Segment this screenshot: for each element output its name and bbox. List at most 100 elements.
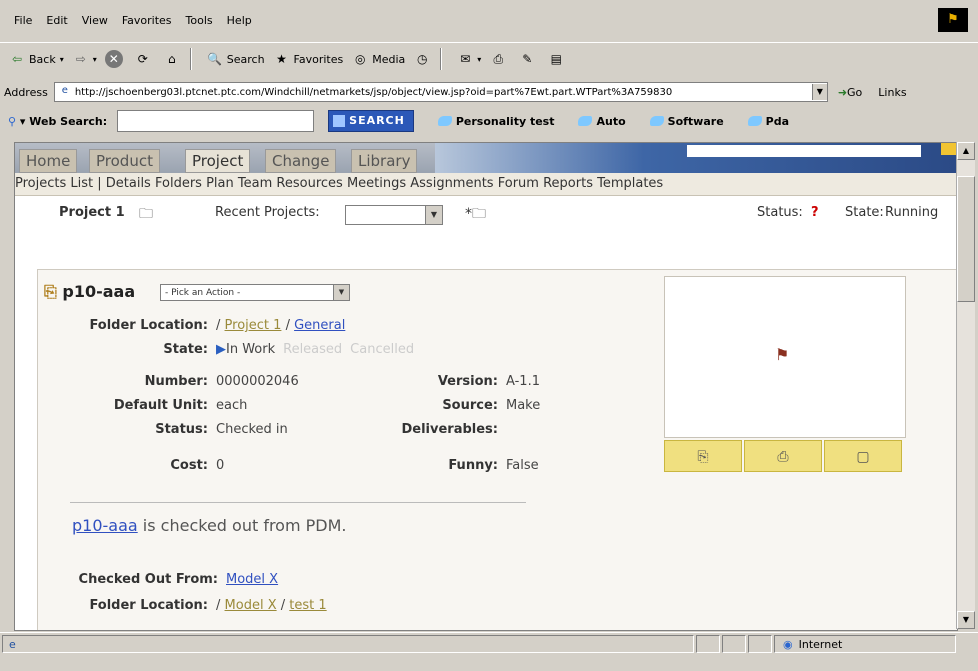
history-button[interactable]: ◷ [413,50,434,68]
menu-help[interactable]: Help [227,14,252,27]
search-link-pda[interactable]: Pda [747,115,789,128]
menu-view[interactable]: View [82,14,108,27]
home-icon: ⌂ [167,52,176,66]
search-link-auto[interactable]: Auto [578,115,626,128]
search-button[interactable]: 🔍 Search [206,50,264,68]
folder-link-model-x[interactable]: Model X [225,598,277,613]
scroll-down-arrow[interactable]: ▼ [957,611,975,629]
default-unit-label: Default Unit: [113,398,208,413]
web-search-button[interactable]: SEARCH [328,110,414,132]
sparkle-icon [649,116,664,126]
folder-open-icon[interactable]: 🗀 [139,203,153,227]
address-bar: Address e http://jschoenberg03l.ptcnet.p… [0,80,978,104]
header-search-button[interactable] [941,143,957,155]
search-link-software[interactable]: Software [649,115,724,128]
subnav-team[interactable]: Team [238,176,272,191]
forward-arrow-icon: ⇨ [75,52,86,66]
web-search-toolbar: ⚲ ▾ Web Search: SEARCH Personality test … [0,106,978,136]
web-search-input[interactable] [117,110,315,132]
edit-button[interactable]: ✎ [518,50,539,68]
new-project-icon[interactable]: *🗀 [465,203,486,227]
funny-value: False [506,458,539,473]
section-divider [70,502,526,503]
menu-file[interactable]: File [14,14,32,27]
tab-product[interactable]: Product [89,149,160,173]
print-button[interactable]: ⎙ [489,50,510,68]
menu-tools[interactable]: Tools [186,14,213,27]
menu-edit[interactable]: Edit [46,14,67,27]
subnav-folders[interactable]: Folders [155,176,202,191]
go-arrow-icon: ➜ [837,85,848,99]
address-input[interactable]: e http://jschoenberg03l.ptcnet.ptc.com/W… [53,82,828,102]
subnav-meetings[interactable]: Meetings [347,176,406,191]
home-button[interactable]: ⌂ [163,50,184,68]
search-icon: 🔍 [207,52,223,66]
favorites-button[interactable]: ★ Favorites [273,50,343,68]
search-link-personality[interactable]: Personality test [437,115,554,128]
go-button[interactable]: ➜Go [838,86,862,99]
vertical-scrollbar[interactable]: ▲ ▼ [956,142,975,629]
view-3d-button[interactable]: ⎘ [664,440,742,472]
subnav-projects-list[interactable]: Projects List [15,176,93,191]
subnav-details[interactable]: Details [106,176,151,191]
thumbnail-actions: ⎘ ⎙ ▢ [664,440,904,472]
scroll-thumb[interactable] [957,176,975,302]
forward-button[interactable]: ⇨ ▾ [72,50,97,68]
subnav-templates[interactable]: Templates [597,176,663,191]
tab-project[interactable]: Project [185,149,251,173]
folder-link-general[interactable]: General [294,318,345,333]
address-dropdown[interactable]: ▼ [811,84,827,100]
folder-link-project[interactable]: Project 1 [225,318,282,333]
history-icon: ◷ [417,52,428,66]
cost-value: 0 [216,458,225,473]
header-search-input[interactable] [687,145,921,157]
open-folder-button[interactable]: ▢ [824,440,902,472]
header-banner [435,143,957,173]
address-label: Address [4,85,48,99]
model-x-link[interactable]: Model X [226,572,278,587]
windows-logo-icon: ⚑ [938,8,968,32]
subnav-reports[interactable]: Reports [543,176,593,191]
version-label: Version: [437,374,498,389]
menu-favorites[interactable]: Favorites [122,14,172,27]
status-message: e [2,635,694,653]
back-button[interactable]: ⇦ Back ▾ [8,50,64,68]
discuss-button[interactable]: ▤ [547,50,568,68]
sub-navigation: Projects List | Details Folders Plan Tea… [15,173,957,196]
pick-action-select[interactable]: - Pick an Action - ▼ [160,284,350,301]
mail-icon: ✉ [460,52,471,66]
number-value: 0000002046 [216,374,299,389]
cost-label: Cost: [170,458,208,473]
media-button[interactable]: ◎ Media [351,50,405,68]
favorites-icon: ★ [276,52,287,66]
page-content: Home Product Project Change Library Proj… [14,142,958,631]
recent-projects-select[interactable]: ▼ [345,205,443,225]
stop-button[interactable]: ✕ [104,50,126,68]
tab-change[interactable]: Change [265,149,337,173]
print-thumbnail-button[interactable]: ⎙ [744,440,822,472]
folder-link-test-1[interactable]: test 1 [289,598,326,613]
browser-toolbar: ⇦ Back ▾ ⇨ ▾ ✕ ⟳ ⌂ 🔍 Search ★ Favorites ◎ Medi… [0,42,978,75]
toolbar-divider [440,48,443,70]
printer-icon: ⎙ [777,449,789,465]
scroll-up-arrow[interactable]: ▲ [957,142,975,160]
status-value: ? [811,205,819,220]
version-value: A-1.1 [506,374,540,389]
checkout-part-link[interactable]: p10-aaa [72,516,138,535]
state-label: State: [845,205,884,220]
refresh-button[interactable]: ⟳ [134,50,155,68]
tab-library[interactable]: Library [351,149,418,173]
media-icon: ◎ [355,52,366,66]
funny-label: Funny: [448,458,498,473]
part-thumbnail: ⚑ [664,276,906,438]
part-title: ⎘ p10-aaa [44,282,136,301]
subnav-assignments[interactable]: Assignments [410,176,493,191]
subnav-resources[interactable]: Resources [276,176,342,191]
mail-button[interactable]: ✉ ▾ [456,50,481,68]
state-value: Running [885,205,939,220]
subnav-plan[interactable]: Plan [206,176,234,191]
subnav-forum[interactable]: Forum [498,176,539,191]
tab-home[interactable]: Home [19,149,78,173]
chevron-down-icon: ▼ [333,285,349,300]
links-button[interactable]: Links [878,86,906,99]
